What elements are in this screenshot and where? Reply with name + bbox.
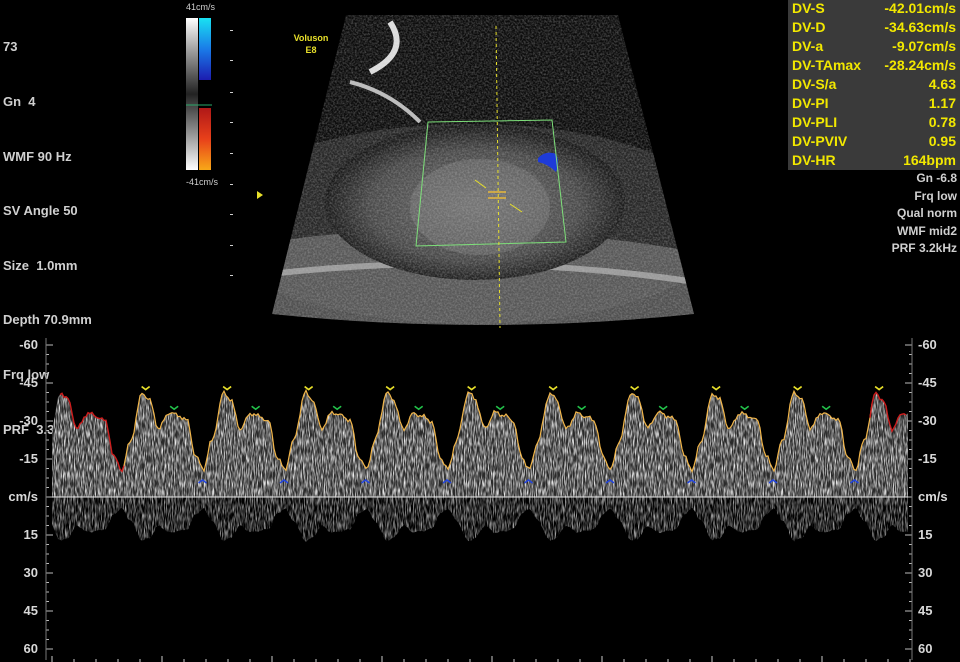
doppler-frequency-param: Frq low bbox=[914, 188, 957, 203]
measurement-row: DV-S/a 4.63 bbox=[792, 76, 956, 92]
velocity-axis-left bbox=[45, 338, 53, 660]
measurement-row: DV-S -42.01cm/s bbox=[792, 0, 956, 16]
axis-unit-label: cm/s bbox=[918, 489, 948, 504]
systolic-peak-marker bbox=[222, 385, 232, 391]
axis-tick-label: 45 bbox=[23, 603, 38, 618]
colorbar-min-label: -41cm/s bbox=[186, 177, 219, 187]
axis-tick-label: 15 bbox=[918, 527, 933, 542]
diastolic-peak-marker bbox=[821, 405, 831, 411]
systolic-peak-marker bbox=[630, 385, 640, 391]
doppler-wall-filter-param: WMF mid2 bbox=[897, 223, 957, 238]
systolic-peak-marker bbox=[304, 385, 314, 391]
doppler-gain-param: Gn -6.8 bbox=[916, 171, 957, 185]
axis-tick-label: 60 bbox=[23, 641, 38, 656]
diastolic-peak-marker bbox=[332, 405, 342, 411]
axis-tick-label: -60 bbox=[19, 337, 38, 352]
axis-tick-label: 30 bbox=[918, 565, 933, 580]
depth-scale-ticks bbox=[230, 30, 233, 276]
axis-tick-label: -45 bbox=[918, 375, 937, 390]
time-scale-ticks bbox=[51, 656, 911, 662]
sv-angle-param: SV Angle 50 bbox=[3, 203, 78, 219]
diastolic-peak-marker bbox=[740, 405, 750, 411]
wall-filter-param: WMF 90 Hz bbox=[3, 148, 72, 164]
doppler-quality-param: Qual norm bbox=[896, 206, 957, 220]
focus-marker-icon bbox=[257, 191, 263, 199]
measurement-row: DV-TAmax -28.24cm/s bbox=[792, 57, 956, 73]
systolic-peak-marker bbox=[793, 385, 803, 391]
axis-unit-label: cm/s bbox=[8, 489, 38, 504]
gate-size-param: Size 1.0mm bbox=[3, 257, 78, 273]
axis-tick-label: -60 bbox=[918, 337, 937, 352]
axis-tick-label: 15 bbox=[23, 527, 38, 542]
spectral-doppler-panel bbox=[45, 338, 913, 662]
axis-tick-label: -15 bbox=[918, 451, 937, 466]
measurement-row: DV-a -9.07cm/s bbox=[792, 38, 956, 54]
spectral-waveform bbox=[52, 390, 908, 542]
systolic-peak-marker bbox=[467, 385, 477, 391]
measurement-row: DV-PLI 0.78 bbox=[792, 114, 956, 130]
doppler-params-right: Gn -6.8 Frq low Qual norm WMF mid2 PRF 3… bbox=[892, 170, 957, 258]
diastolic-peak-marker bbox=[251, 405, 261, 411]
colorbar-max-label: 41cm/s bbox=[186, 2, 216, 12]
bmode-image bbox=[272, 15, 694, 329]
diastolic-peak-marker bbox=[495, 405, 505, 411]
measurement-row: DV-PVIV 0.95 bbox=[792, 133, 956, 149]
systolic-peak-marker bbox=[141, 385, 151, 391]
measurement-row: DV-PI 1.17 bbox=[792, 95, 956, 111]
measurement-row: DV-D -34.63cm/s bbox=[792, 19, 956, 35]
axis-tick-label: 30 bbox=[23, 565, 38, 580]
frame-number: 73 bbox=[3, 39, 18, 55]
axis-tick-label: 45 bbox=[918, 603, 933, 618]
axis-tick-label: -30 bbox=[918, 413, 937, 428]
diastolic-peak-marker bbox=[414, 405, 424, 411]
doppler-prf-param: PRF 3.2kHz bbox=[891, 241, 957, 255]
measurement-panel: DV-S -42.01cm/s DV-D -34.63cm/s DV-a -9.07c… bbox=[788, 0, 960, 170]
color-velocity-bar bbox=[186, 18, 212, 170]
systolic-peak-marker bbox=[711, 385, 721, 391]
axis-tick-label: -15 bbox=[19, 451, 38, 466]
diastolic-peak-marker bbox=[169, 405, 179, 411]
systolic-peak-marker bbox=[874, 385, 884, 391]
spectrum-mirror-artifact bbox=[52, 497, 908, 542]
axis-tick-label: 60 bbox=[918, 641, 933, 656]
gain-param: Gn 4 bbox=[3, 94, 36, 109]
depth-param: Depth 70.9mm bbox=[3, 312, 92, 328]
systolic-peak-marker bbox=[385, 385, 395, 391]
axis-tick-label: -30 bbox=[19, 413, 38, 428]
systolic-peak-marker bbox=[548, 385, 558, 391]
diastolic-peak-marker bbox=[658, 405, 668, 411]
measurement-row: DV-HR 164bpm bbox=[792, 152, 956, 168]
diastolic-peak-marker bbox=[577, 405, 587, 411]
axis-tick-label: -45 bbox=[19, 375, 38, 390]
